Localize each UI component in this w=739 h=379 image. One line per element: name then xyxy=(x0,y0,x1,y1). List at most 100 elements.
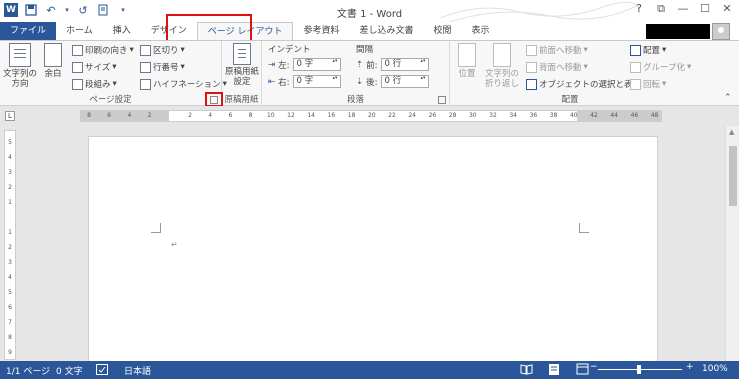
selection-pane-label: オブジェクトの選択と表示 xyxy=(539,80,642,90)
ruler-number: 44 xyxy=(610,112,618,119)
collapse-ribbon-icon[interactable]: ⌃ xyxy=(724,93,732,103)
ruler-number: 10 xyxy=(266,112,275,119)
zoom-slider-thumb[interactable] xyxy=(637,365,641,374)
ruler-number: 46 xyxy=(630,112,639,119)
rotate-button[interactable]: 回転 ▾ xyxy=(630,78,666,90)
indent-right-input[interactable]: 0 字 xyxy=(292,75,341,88)
vertical-ruler-number: 4 xyxy=(8,154,12,161)
horizontal-ruler[interactable]: 8 6 4 2 2 4 6 8 10 12 14 16 18 20 22 24 26 28 30 32 34 36 38 40… xyxy=(80,110,662,122)
tab-selector[interactable]: L xyxy=(5,111,15,121)
account-name-redacted[interactable] xyxy=(646,24,710,39)
zoom-in-button[interactable]: + xyxy=(686,362,694,372)
paragraph-group-label: 段落 xyxy=(346,95,364,105)
scroll-up-icon[interactable]: ▲ xyxy=(729,128,734,136)
genko-settings-label: 原稿用紙 設定 xyxy=(224,67,259,87)
paragraph-mark: ↵ xyxy=(171,240,178,249)
orientation-icon xyxy=(72,44,83,56)
web-layout-icon[interactable] xyxy=(576,363,589,378)
page-setup-group: 文字列の 方向 余白 印刷の向き ▾ サイズ ▾ 段組み ▾ 区切り ▾ 行番号… xyxy=(0,41,227,107)
vertical-ruler[interactable]: 5 4 3 2 1 1 2 3 4 5 6 7 8 9 xyxy=(4,130,16,360)
columns-button[interactable]: 段組み ▾ xyxy=(72,78,117,90)
close-button[interactable]: ✕ xyxy=(719,2,735,16)
tab-view[interactable]: 表示 xyxy=(462,22,500,40)
ruler-number: 26 xyxy=(428,112,437,119)
genko-group-label: 原稿用紙 xyxy=(224,95,259,105)
maximize-button[interactable]: ☐ xyxy=(697,2,713,16)
tab-references[interactable]: 参考資料 xyxy=(293,22,349,40)
tab-mailings[interactable]: 差し込み文書 xyxy=(349,22,423,40)
indent-header: インデント xyxy=(268,45,311,55)
spacing-after-label: 後: xyxy=(366,77,378,88)
text-direction-button[interactable]: 文字列の 方向 xyxy=(2,43,38,89)
window-controls: ? ⧉ — ☐ ✕ xyxy=(631,2,735,16)
zoom-out-button[interactable]: − xyxy=(590,362,598,372)
bring-forward-button[interactable]: 前面へ移動 ▾ xyxy=(526,44,588,56)
ribbon-display-options-button[interactable]: ⧉ xyxy=(653,2,669,16)
breaks-icon xyxy=(140,44,151,56)
genko-settings-button[interactable]: 原稿用紙 設定 xyxy=(224,43,260,87)
send-backward-button[interactable]: 背面へ移動 ▾ xyxy=(526,61,588,73)
orientation-button[interactable]: 印刷の向き ▾ xyxy=(72,44,134,56)
vertical-ruler-number: 3 xyxy=(8,169,12,176)
ruler-number: 48 xyxy=(650,112,659,119)
vertical-ruler-number: 2 xyxy=(8,184,12,191)
position-button[interactable]: 位置 xyxy=(452,43,482,79)
vertical-ruler-number: 8 xyxy=(8,334,12,341)
vertical-ruler-number: 3 xyxy=(8,259,12,266)
bring-forward-icon xyxy=(526,44,537,56)
document-page[interactable]: ↵ xyxy=(88,136,658,366)
ruler-number: 42 xyxy=(590,112,598,119)
paragraph-dialog-launcher-icon[interactable] xyxy=(438,96,446,104)
page-count[interactable]: 1/1 ページ xyxy=(6,364,50,377)
ruler-number: 20 xyxy=(367,112,376,119)
ruler-area: L 8 6 4 2 2 4 6 8 10 12 14 16 18 20 22 24 26 28 30 32 34 36 38… xyxy=(0,106,739,126)
size-button[interactable]: サイズ ▾ xyxy=(72,61,117,73)
vertical-ruler-number: 2 xyxy=(8,244,12,251)
selection-pane-icon xyxy=(526,78,537,90)
page-setup-launcher-highlight xyxy=(205,92,223,107)
tab-insert[interactable]: 挿入 xyxy=(103,22,141,40)
vertical-ruler-number: 7 xyxy=(8,319,12,326)
selection-pane-button[interactable]: オブジェクトの選択と表示 xyxy=(526,78,641,90)
indent-left-spinner: ⇥ 左: 0 字 xyxy=(268,58,341,71)
help-button[interactable]: ? xyxy=(631,2,647,16)
text-direction-icon xyxy=(9,43,31,67)
tab-home[interactable]: ホーム xyxy=(56,22,103,40)
proofing-icon[interactable] xyxy=(96,364,108,378)
wrap-text-button[interactable]: 文字列の 折り返し xyxy=(482,43,522,89)
ruler-number: 4 xyxy=(127,112,132,119)
indent-left-input[interactable]: 0 字 xyxy=(292,58,341,71)
breaks-button[interactable]: 区切り ▾ xyxy=(140,44,185,56)
scrollbar-thumb[interactable] xyxy=(729,146,737,206)
spacing-before-input[interactable]: 0 行 xyxy=(380,58,429,71)
word-count[interactable]: 0 文字 xyxy=(56,364,83,377)
tab-page-layout[interactable]: ページ レイアウト xyxy=(196,22,294,40)
hyphenation-icon xyxy=(140,78,151,90)
line-numbers-label: 行番号 xyxy=(153,63,179,73)
tab-design[interactable]: デザイン xyxy=(141,22,197,40)
group-button[interactable]: グループ化 ▾ xyxy=(630,61,691,73)
align-button[interactable]: 配置 ▾ xyxy=(630,44,666,56)
vertical-ruler-number: 4 xyxy=(8,274,12,281)
spacing-after-input[interactable]: 0 行 xyxy=(380,75,429,88)
language-indicator[interactable]: 日本語 xyxy=(124,364,151,377)
margins-button[interactable]: 余白 xyxy=(40,43,66,79)
print-layout-icon[interactable] xyxy=(548,363,560,379)
indent-right-spinner: ⇤ 右: 0 字 xyxy=(268,75,341,88)
tab-file[interactable]: ファイル xyxy=(0,22,57,40)
avatar[interactable] xyxy=(712,23,730,40)
zoom-level[interactable]: 100% xyxy=(702,364,728,374)
crop-mark-right xyxy=(579,223,589,233)
send-backward-label: 背面へ移動 xyxy=(539,63,582,73)
vertical-scrollbar[interactable]: ▲ xyxy=(725,126,739,361)
read-mode-icon[interactable] xyxy=(520,363,533,378)
hyphenation-button[interactable]: ハイフネーション ▾ xyxy=(140,78,227,90)
status-bar: 1/1 ページ 0 文字 日本語 − + 100% xyxy=(0,361,739,379)
title-bar: W ↶ ▾ ↺ ▾ 文書 1 - Word ? ⧉ — ☐ ✕ xyxy=(0,0,739,22)
ruler-number: 2 xyxy=(147,112,152,119)
ruler-number: 14 xyxy=(307,112,315,119)
line-numbers-button[interactable]: 行番号 ▾ xyxy=(140,61,185,73)
tab-review[interactable]: 校閲 xyxy=(424,22,462,40)
minimize-button[interactable]: — xyxy=(675,2,691,16)
position-icon xyxy=(458,43,476,67)
